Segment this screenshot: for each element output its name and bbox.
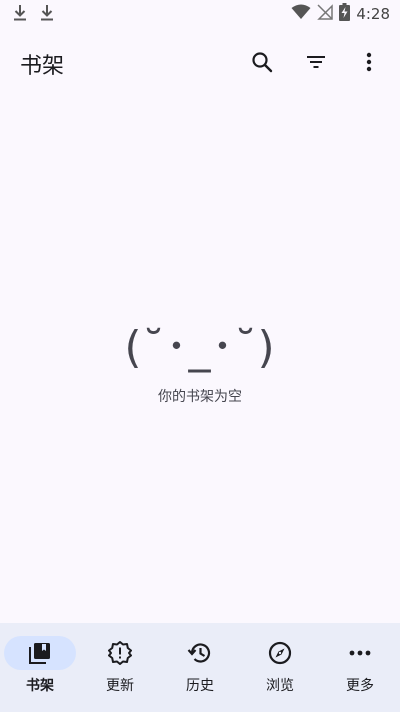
nav-label: 更多 <box>346 678 374 694</box>
nav-label: 浏览 <box>266 678 294 694</box>
nav-item-library[interactable]: 书架 <box>0 623 80 712</box>
status-time: 4:28 <box>356 5 390 23</box>
filter-button[interactable] <box>302 48 330 76</box>
search-icon <box>252 52 273 73</box>
page-title: 书架 <box>20 54 65 79</box>
nav-item-more[interactable]: 更多 <box>320 623 400 712</box>
filter-icon <box>307 56 325 68</box>
more-options-button[interactable] <box>355 48 383 76</box>
history-icon <box>187 643 211 663</box>
active-indicator <box>4 636 76 670</box>
top-app-bar: 书架 <box>0 28 400 98</box>
nav-item-browse[interactable]: 浏览 <box>240 623 320 712</box>
bottom-navigation: 书架 更新 历史 浏览 更多 <box>0 623 400 712</box>
nav-item-history[interactable]: 历史 <box>160 623 240 712</box>
nav-label: 书架 <box>26 678 54 694</box>
status-bar: 4:28 <box>0 0 400 28</box>
more-horiz-icon <box>349 650 371 656</box>
nav-item-updates[interactable]: 更新 <box>80 623 160 712</box>
update-alert-icon <box>108 641 132 665</box>
nav-label: 更新 <box>106 678 134 694</box>
search-button[interactable] <box>248 48 276 76</box>
compass-icon <box>268 641 292 665</box>
empty-kaomoji: (˘･_･˘) <box>124 322 276 373</box>
download-icon <box>12 4 28 22</box>
empty-state: (˘･_･˘) 你的书架为空 <box>0 318 400 406</box>
battery-charging-icon <box>339 3 351 25</box>
library-icon <box>29 643 50 664</box>
no-signal-icon <box>317 4 334 24</box>
empty-message: 你的书架为空 <box>158 389 242 405</box>
wifi-icon <box>291 4 311 24</box>
more-vert-icon <box>366 52 372 72</box>
download-icon <box>39 4 55 22</box>
nav-label: 历史 <box>186 678 214 694</box>
